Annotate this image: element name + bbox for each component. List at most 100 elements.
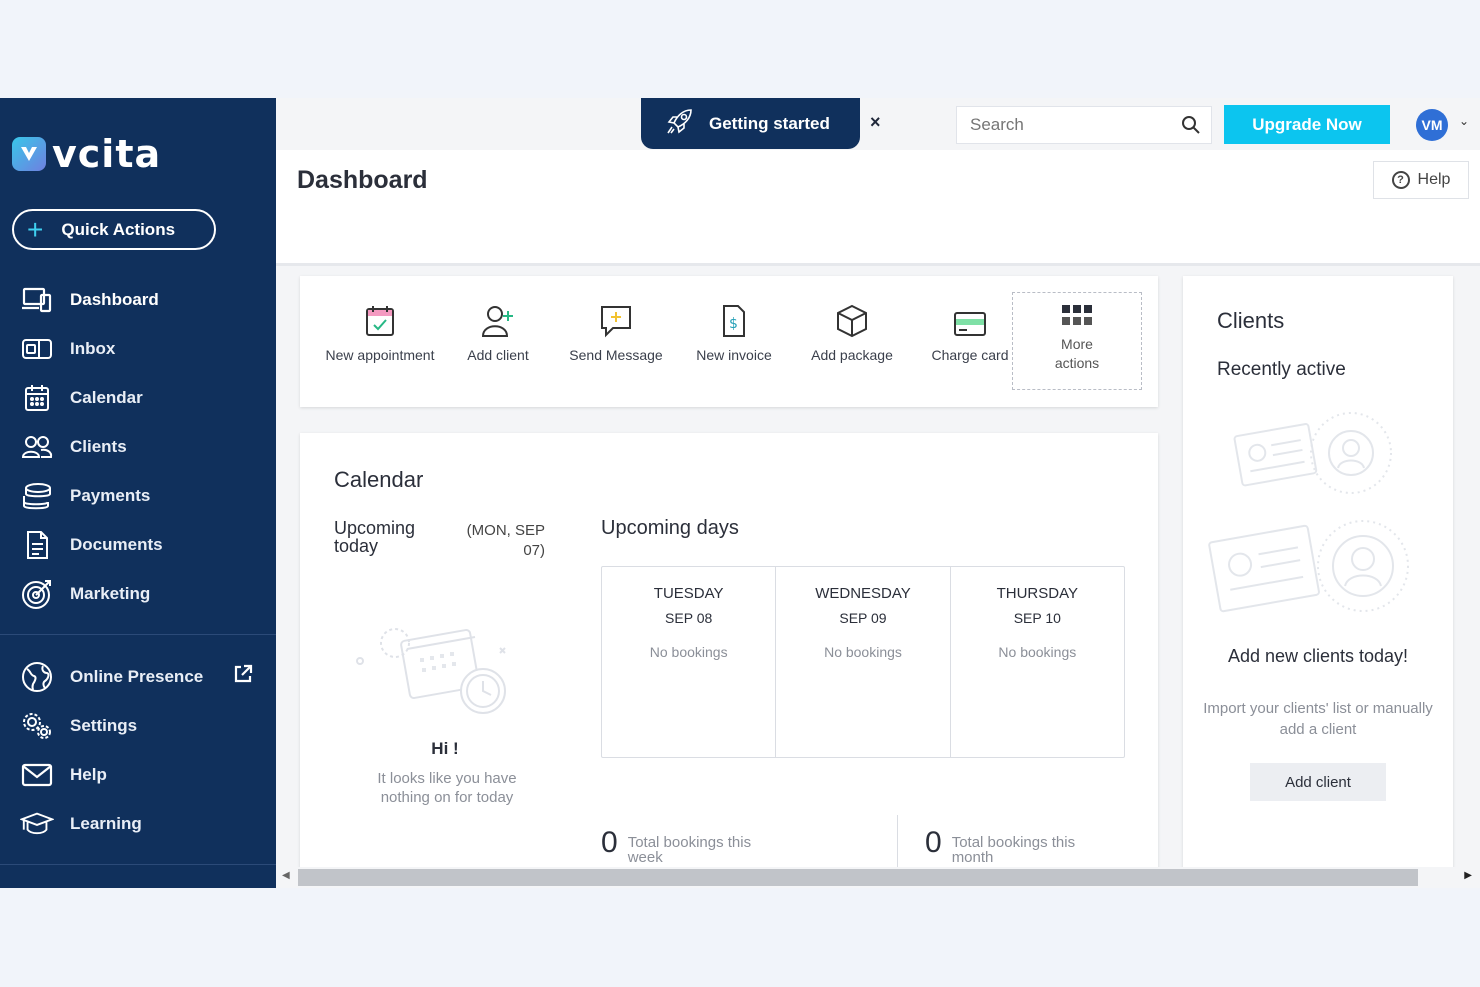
sidebar-item-label: Learning bbox=[70, 813, 142, 833]
day-date: SEP 09 bbox=[839, 610, 887, 626]
horizontal-scrollbar[interactable]: ◀ ▶ bbox=[276, 867, 1480, 888]
greeting: Hi ! bbox=[431, 739, 459, 758]
sidebar-item-payments[interactable]: Payments bbox=[0, 471, 276, 520]
sidebar-item-label: Calendar bbox=[70, 387, 143, 407]
page-header: Dashboard ? Help bbox=[276, 150, 1480, 266]
sidebar-item-label: Help bbox=[70, 764, 107, 784]
package-icon bbox=[793, 298, 911, 338]
action-add-package[interactable]: Add package bbox=[793, 298, 911, 365]
month-total-value: 0 bbox=[925, 826, 942, 859]
quick-actions-button[interactable]: + Quick Actions bbox=[12, 209, 216, 250]
action-new-appointment[interactable]: New appointment bbox=[321, 298, 439, 365]
more-actions-button[interactable]: More actions bbox=[1012, 292, 1142, 390]
scroll-right-icon[interactable]: ▶ bbox=[1464, 870, 1472, 881]
app-window: vcita + Quick Actions Dashboard Inbox Ca… bbox=[0, 98, 1480, 888]
add-user-icon bbox=[439, 298, 557, 338]
grid-icon bbox=[1013, 305, 1141, 335]
dashboard-icon bbox=[20, 284, 54, 316]
sidebar-item-marketing[interactable]: Marketing bbox=[0, 569, 276, 618]
page-title: Dashboard bbox=[297, 166, 428, 194]
getting-started-button[interactable]: Getting started bbox=[641, 98, 860, 149]
sidebar-item-inbox[interactable]: Inbox bbox=[0, 324, 276, 373]
graduation-cap-icon bbox=[20, 808, 54, 840]
upcoming-today-label: Upcoming today bbox=[334, 518, 416, 556]
upgrade-now-button[interactable]: Upgrade Now bbox=[1224, 105, 1390, 144]
search-input[interactable] bbox=[970, 115, 1170, 135]
scrollbar-thumb[interactable] bbox=[298, 869, 1418, 886]
empty-calendar-illustration bbox=[355, 623, 515, 728]
sidebar-item-label: Settings bbox=[70, 715, 138, 735]
action-label: New appointment bbox=[325, 347, 435, 363]
clients-card: Clients Recently active Add new clients … bbox=[1183, 276, 1453, 876]
help-label: Help bbox=[1417, 171, 1451, 188]
question-icon: ? bbox=[1391, 171, 1410, 189]
add-new-clients-heading: Add new clients today! bbox=[1227, 646, 1409, 666]
action-add-client[interactable]: Add client bbox=[439, 298, 557, 365]
sidebar-item-settings[interactable]: Settings bbox=[0, 701, 276, 750]
action-send-message[interactable]: Send Message bbox=[557, 298, 675, 365]
action-label: New invoice bbox=[696, 347, 772, 363]
day-column[interactable]: THURSDAY SEP 10 No bookings bbox=[951, 567, 1124, 757]
svg-text:$: $ bbox=[729, 316, 738, 332]
help-mail-icon bbox=[20, 759, 54, 791]
sidebar-item-label: Clients bbox=[70, 436, 127, 456]
settings-icon bbox=[20, 710, 54, 742]
documents-icon bbox=[20, 529, 54, 561]
sidebar-item-calendar[interactable]: Calendar bbox=[0, 373, 276, 422]
action-label: Add package bbox=[811, 347, 893, 363]
invoice-icon: $ bbox=[675, 298, 793, 338]
today-date: (MON, SEP 07) bbox=[466, 522, 545, 559]
main-nav: Dashboard Inbox Calendar Clients Payment… bbox=[0, 275, 276, 618]
day-status: No bookings bbox=[824, 644, 902, 660]
calendar-check-icon bbox=[321, 298, 439, 338]
day-column[interactable]: TUESDAY SEP 08 No bookings bbox=[602, 567, 777, 757]
top-bar: Getting started × Upgrade Now VM ⌄ bbox=[276, 98, 1480, 150]
upcoming-days-title: Upcoming days bbox=[601, 517, 739, 539]
sidebar-item-label: Payments bbox=[70, 485, 151, 505]
greeting-subtext: It looks like you have nothing on for to… bbox=[377, 770, 517, 806]
sidebar-divider bbox=[0, 864, 276, 865]
sidebar-item-label: Inbox bbox=[70, 338, 116, 358]
clients-title: Clients bbox=[1217, 308, 1285, 333]
search-box bbox=[956, 106, 1212, 144]
sidebar-item-online-presence[interactable]: Online Presence bbox=[0, 652, 276, 701]
message-icon bbox=[557, 298, 675, 338]
month-total-label: Total bookings this month bbox=[951, 834, 1076, 866]
sidebar-item-label: Documents bbox=[70, 534, 163, 554]
help-button[interactable]: ? Help bbox=[1373, 161, 1469, 199]
marketing-icon bbox=[20, 578, 54, 610]
getting-started-label: Getting started bbox=[709, 113, 830, 133]
sidebar-item-learning[interactable]: Learning bbox=[0, 799, 276, 848]
day-date: SEP 10 bbox=[1013, 610, 1061, 626]
day-date: SEP 08 bbox=[665, 610, 713, 626]
sidebar-item-help[interactable]: Help bbox=[0, 750, 276, 799]
sidebar: vcita + Quick Actions Dashboard Inbox Ca… bbox=[0, 98, 276, 888]
sidebar-item-clients[interactable]: Clients bbox=[0, 422, 276, 471]
calendar-card: Calendar Upcoming today (MON, SEP 07) Hi… bbox=[300, 433, 1158, 888]
sidebar-item-dashboard[interactable]: Dashboard bbox=[0, 275, 276, 324]
globe-icon bbox=[20, 661, 54, 693]
avatar[interactable]: VM bbox=[1416, 109, 1448, 141]
quick-actions-label: Quick Actions bbox=[61, 219, 176, 239]
sidebar-item-documents[interactable]: Documents bbox=[0, 520, 276, 569]
action-new-invoice[interactable]: $ New invoice bbox=[675, 298, 793, 365]
clients-illustration bbox=[1208, 406, 1428, 621]
plus-icon: + bbox=[27, 213, 44, 245]
sidebar-item-label: Dashboard bbox=[70, 289, 159, 309]
quick-actions-card: New appointment Add client Send Message … bbox=[300, 276, 1158, 407]
search-icon[interactable] bbox=[1181, 115, 1201, 140]
close-icon[interactable]: × bbox=[870, 112, 881, 133]
payments-icon bbox=[20, 480, 54, 512]
vcita-logo[interactable]: vcita bbox=[12, 132, 161, 176]
calendar-icon bbox=[20, 382, 54, 414]
chevron-down-icon[interactable]: ⌄ bbox=[1459, 114, 1469, 128]
add-client-button[interactable]: Add client bbox=[1250, 763, 1386, 801]
sidebar-item-label: Online Presence bbox=[70, 666, 204, 686]
action-label: Send Message bbox=[569, 347, 663, 363]
week-total-label: Total bookings this week bbox=[627, 834, 752, 866]
add-new-clients-subtext: Import your clients' list or manually ad… bbox=[1203, 700, 1433, 738]
day-column[interactable]: WEDNESDAY SEP 09 No bookings bbox=[776, 567, 951, 757]
scroll-left-icon[interactable]: ◀ bbox=[282, 870, 290, 881]
sidebar-item-label: Marketing bbox=[70, 583, 151, 603]
month-total: 0 Total bookings this month bbox=[925, 826, 1102, 866]
